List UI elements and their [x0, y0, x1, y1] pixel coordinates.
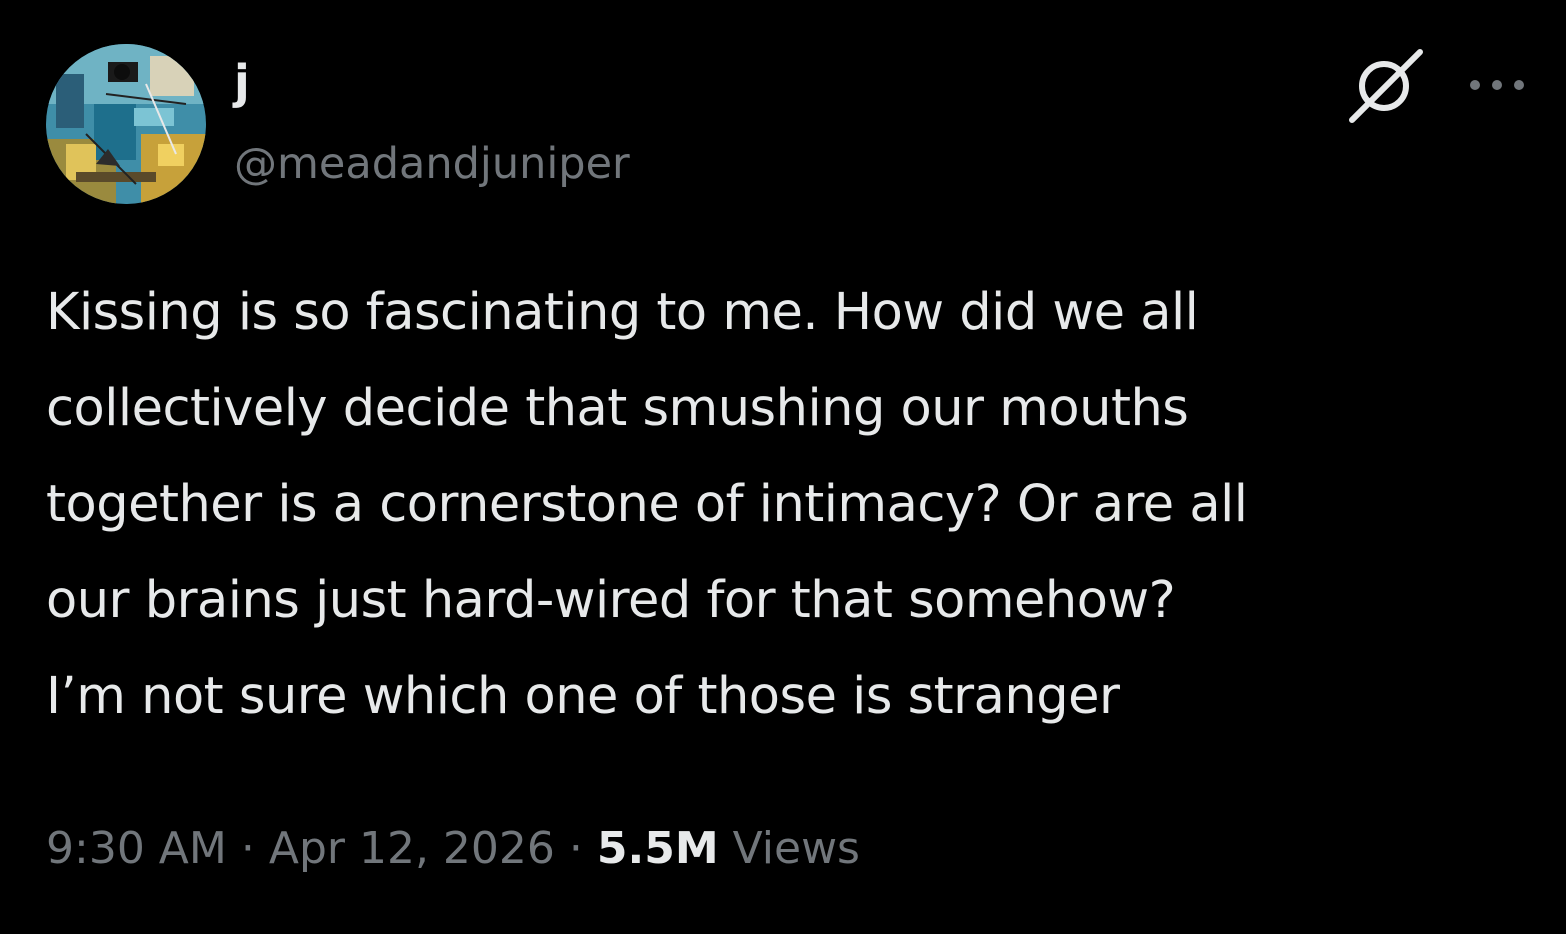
grok-icon[interactable] [1346, 48, 1426, 124]
author-display-name[interactable]: j [234, 54, 250, 110]
tweet-metadata: 9:30 AM · Apr 12, 2026 · 5.5M Views [46, 816, 860, 882]
separator-dot: · [568, 823, 583, 874]
separator-dot: · [240, 823, 255, 874]
tweet-text-line: together is a cornerstone of intimacy? O… [46, 475, 1248, 534]
tweet-text: Kissing is so fascinating to me. How did… [46, 265, 1546, 745]
views-count: 5.5M [596, 823, 719, 874]
avatar[interactable] [46, 44, 206, 204]
tweet-text-line: collectively decide that smushing our mo… [46, 379, 1189, 438]
tweet-text-line: our brains just hard-wired for that some… [46, 571, 1176, 630]
more-options-icon[interactable] [1466, 70, 1528, 100]
author-handle[interactable]: @meadandjuniper [234, 136, 630, 192]
tweet-date[interactable]: Apr 12, 2026 [269, 823, 555, 874]
tweet-text-line: Kissing is so fascinating to me. How did… [46, 283, 1199, 342]
tweet-time[interactable]: 9:30 AM [46, 823, 227, 874]
tweet-text-line: I’m not sure which one of those is stran… [46, 667, 1120, 726]
avatar-artwork-icon [46, 44, 206, 204]
views-label: Views [732, 823, 860, 874]
tweet-card: j @meadandjuniper Kissing is so fascinat… [0, 0, 1566, 934]
